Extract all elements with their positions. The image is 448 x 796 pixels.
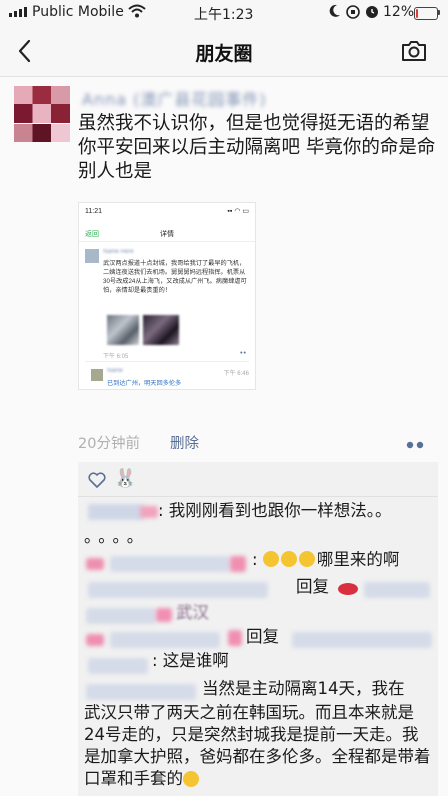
commenter-name[interactable] [110,632,220,648]
bunny-avatar-icon[interactable]: 🐰 [114,468,136,489]
post-time: 20分钟前 [78,436,140,452]
commenter-badge [140,506,158,518]
post-image[interactable]: 11:21 ▪▪ ◠ ▭ 返回 详情 Name Here 武汉两点报道十点封城，… [78,202,256,390]
signal-icon [9,7,27,17]
author-avatar[interactable] [14,86,70,142]
delete-button[interactable]: 删除 [170,432,199,453]
commenter-name[interactable] [88,582,268,598]
battery-percent: 12% [383,4,415,20]
reply-label: 回复 [296,577,329,596]
image-body-text: 武汉两点报道十点封城，我哥给我订了最早的飞机，二姨连夜送我们去机场。舅舅舅妈远程… [103,260,247,294]
page-title: 朋友圈 [195,43,253,65]
comment-text: : 我刚刚看到也跟你一样想法。。 [158,501,392,520]
image-avatar [85,249,99,263]
comment-text: 武汉 [176,603,209,622]
comment-text: 当然是主动隔离14天，我在 [202,679,405,698]
alarm-icon [364,3,380,23]
commenter-badge [156,608,172,622]
reply-label: 回复 [246,627,279,646]
more-dots-icon[interactable] [404,436,426,449]
heart-icon [88,472,106,488]
commenter-name[interactable] [86,684,196,700]
image-divider [79,241,255,242]
image-reply-time: 下午 6:46 [223,371,249,377]
image-divider-2 [85,361,249,362]
image-reply-author: Name [107,368,124,374]
image-status-time: 11:21 [85,208,102,215]
image-author: Name Here [103,249,134,255]
image-reply-avatar [91,369,103,381]
commenter-badge [86,558,104,570]
commenter-name[interactable] [88,504,144,520]
comment-body: : 哪里来的啊 [252,550,400,569]
commenter-name-cont [88,658,148,674]
likes-divider [78,496,438,497]
image-reply-text: 已到达广州，明天回多伦多 [107,380,182,387]
nav-bar: 朋友圈 [0,26,448,77]
emoji-icon [298,551,315,567]
commenter-name[interactable] [110,556,230,572]
comment-text: 哪里来的啊 [316,550,400,569]
image-status-icons: ▪▪ ◠ ▭ [227,208,249,215]
image-title: 详情 [160,231,174,238]
camera-icon[interactable] [400,39,428,63]
commenter-badge [86,634,104,646]
commenter-badge [230,556,246,572]
battery-icon [414,7,438,20]
image-photo-1 [107,315,139,345]
comment-text-body: 武汉只带了两天之前在韩国玩。而且本来就是24号走的，只是突然封城我是提前一天走。… [84,703,431,788]
status-time: 上午1:23 [194,7,254,23]
commenter-name-cont [86,608,156,624]
lips-icon [338,583,358,595]
reply-target-name[interactable] [364,582,430,598]
emoji-icon [280,551,297,567]
comment-text-cont: 。。。。 [84,527,150,546]
commenter-badge [228,630,242,646]
author-name[interactable]: Anna (澳广县花园事件) [82,86,267,110]
emoji-icon [183,771,199,787]
comment-text: : 这是谁啊 [152,651,229,670]
status-bar: Public Mobile 上午1:23 12% [0,0,448,26]
image-photo-2 [143,315,179,345]
image-more-icon: •• [240,350,247,357]
moon-icon [328,3,342,23]
comment-text-cont: 武汉只带了两天之前在韩国玩。而且本来就是24号走的，只是突然封城我是提前一天走。… [84,702,434,790]
reply-target-name[interactable] [292,632,432,648]
emoji-icon [262,551,279,567]
rotation-lock-icon [345,3,361,23]
carrier-name: Public Mobile [32,4,124,20]
battery-tip [438,10,440,15]
post-text: 虽然我不认识你，但是也觉得挺无语的希望你平安回来以后主动隔离吧 毕竟你的命是命 … [78,113,436,182]
image-time: 下午 6:05 [103,354,129,360]
wifi-icon [128,4,146,22]
